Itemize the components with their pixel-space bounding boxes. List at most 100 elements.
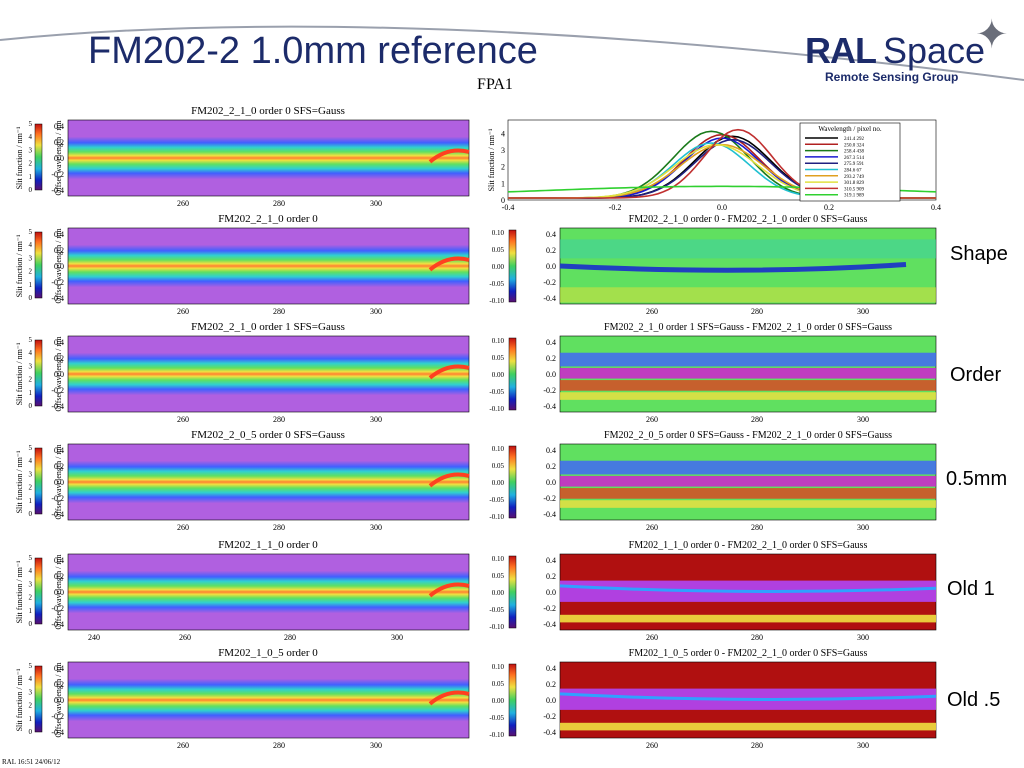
y-tick-label: 0.0 xyxy=(54,370,64,379)
residual-band xyxy=(560,722,936,731)
colorbar-tick: -0.05 xyxy=(489,714,504,722)
legend-entry: 275.9 591 xyxy=(844,162,865,167)
y-tick-label: -0.4 xyxy=(51,728,64,737)
colorbar-tick: 0 xyxy=(29,186,33,194)
x-tick-label: 300 xyxy=(857,523,869,532)
y-tick-label: -0.4 xyxy=(543,620,556,629)
colorbar-tick: 2 xyxy=(29,376,33,384)
legend-entry: 319.1 989 xyxy=(844,194,865,199)
y-axis-label: Slit function / nm⁻¹ xyxy=(487,128,496,191)
residual-band xyxy=(560,352,936,367)
colorbar-label: Slit function / nm⁻¹ xyxy=(15,668,24,731)
colorbar-tick: 5 xyxy=(29,120,33,128)
residual-band xyxy=(560,475,936,487)
colorbar-tick: 3 xyxy=(29,362,33,370)
x-tick-label: 280 xyxy=(273,523,285,532)
colorbar-tick: 2 xyxy=(29,268,33,276)
x-tick-label: 260 xyxy=(646,633,658,642)
y-tick-label: -0.4 xyxy=(543,728,556,737)
colorbar-tick: 5 xyxy=(29,228,33,236)
y-tick-label: 2 xyxy=(501,163,505,172)
legend-entry: 301.8 829 xyxy=(844,181,865,186)
plot-title-right: FM202_1_0_5 order 0 - FM202_2_1_0 order … xyxy=(629,648,868,659)
colorbar-label: Slit function / nm⁻¹ xyxy=(15,234,24,297)
x-tick-label: 280 xyxy=(751,415,763,424)
colorbar-tick: -0.05 xyxy=(489,388,504,396)
colorbar-tick: 1 xyxy=(29,173,33,181)
x-tick-label: 300 xyxy=(370,523,382,532)
y-tick-label: 0.2 xyxy=(54,572,64,581)
plot-title-right: FM202_2_1_0 order 1 SFS=Gauss - FM202_2_… xyxy=(604,322,892,333)
y-tick-label: 0.4 xyxy=(546,556,556,565)
y-tick-label: -0.2 xyxy=(543,712,556,721)
y-tick-label: 0.0 xyxy=(54,588,64,597)
plot-title-right: FM202_2_0_5 order 0 SFS=Gauss - FM202_2_… xyxy=(604,430,892,441)
colorbar-tick: 5 xyxy=(29,662,33,670)
y-tick-label: 0.0 xyxy=(54,478,64,487)
residual-band xyxy=(560,614,936,623)
colorbar-tick: 1 xyxy=(29,281,33,289)
colorbar-tick: 0 xyxy=(29,294,33,302)
x-tick-label: 0.2 xyxy=(824,203,834,212)
colorbar-tick: 0.00 xyxy=(492,589,505,597)
x-tick-label: 300 xyxy=(857,415,869,424)
x-tick-label: 300 xyxy=(370,307,382,316)
legend-entry: 241.4 292 xyxy=(844,137,865,142)
colorbar-tick: 0.05 xyxy=(492,572,505,580)
legend-entry: 293.2 749 xyxy=(844,175,865,180)
x-tick-label: 280 xyxy=(273,307,285,316)
colorbar-right xyxy=(508,229,517,303)
colorbar-tick: 5 xyxy=(29,336,33,344)
colorbar-tick: 0 xyxy=(29,620,33,628)
row-label-old-05: Old .5 xyxy=(947,689,1001,711)
colorbar-left xyxy=(34,339,43,407)
y-tick-label: 0.4 xyxy=(546,446,556,455)
y-tick-label: 0.0 xyxy=(54,154,64,163)
colorbar-tick: 0.00 xyxy=(492,371,505,379)
y-tick-label: 0.0 xyxy=(546,588,556,597)
colorbar-left xyxy=(34,557,43,625)
x-tick-label: 260 xyxy=(177,307,189,316)
x-tick-label: 260 xyxy=(177,741,189,750)
colorbar-tick: 5 xyxy=(29,444,33,452)
y-tick-label: -0.2 xyxy=(543,494,556,503)
colorbar-tick: 0.10 xyxy=(492,663,505,671)
colorbar-tick: -0.05 xyxy=(489,606,504,614)
residual-band xyxy=(560,460,936,475)
y-tick-label: -0.4 xyxy=(51,186,64,195)
colorbar-tick: 0.05 xyxy=(492,462,505,470)
y-tick-label: 0.4 xyxy=(54,664,64,673)
y-tick-label: -0.2 xyxy=(51,494,64,503)
colorbar-tick: 0.05 xyxy=(492,246,505,254)
colorbar-tick: 3 xyxy=(29,688,33,696)
colorbar-tick: -0.05 xyxy=(489,496,504,504)
x-tick-label: 260 xyxy=(179,633,191,642)
colorbar-tick: -0.10 xyxy=(489,405,504,413)
x-tick-label: 280 xyxy=(751,523,763,532)
y-tick-label: 0.0 xyxy=(546,262,556,271)
colorbar-tick: 2 xyxy=(29,702,33,710)
y-tick-label: 0.4 xyxy=(546,230,556,239)
colorbar-tick: 0 xyxy=(29,728,33,736)
heatmap-left xyxy=(67,443,470,521)
x-tick-label: 260 xyxy=(177,415,189,424)
x-tick-label: 0.0 xyxy=(717,203,727,212)
y-tick-label: -0.4 xyxy=(51,294,64,303)
colorbar-tick: 4 xyxy=(29,567,33,575)
y-tick-label: -0.4 xyxy=(51,620,64,629)
plot-title-left: FM202_2_1_0 order 0 SFS=Gauss xyxy=(191,105,345,117)
colorbar-tick: 0.05 xyxy=(492,354,505,362)
y-tick-label: -0.4 xyxy=(51,402,64,411)
colorbar-tick: 0.00 xyxy=(492,479,505,487)
colorbar-label: Slit function / nm⁻¹ xyxy=(15,450,24,513)
colorbar-tick: 2 xyxy=(29,594,33,602)
y-tick-label: 0.0 xyxy=(546,696,556,705)
residual-band xyxy=(560,367,936,379)
y-tick-label: -0.2 xyxy=(51,712,64,721)
y-tick-label: 0.0 xyxy=(546,478,556,487)
colorbar-left xyxy=(34,123,43,191)
colorbar-tick: -0.10 xyxy=(489,731,504,739)
y-tick-label: -0.4 xyxy=(543,510,556,519)
y-tick-label: 0.4 xyxy=(54,338,64,347)
y-tick-label: 1 xyxy=(501,179,505,188)
